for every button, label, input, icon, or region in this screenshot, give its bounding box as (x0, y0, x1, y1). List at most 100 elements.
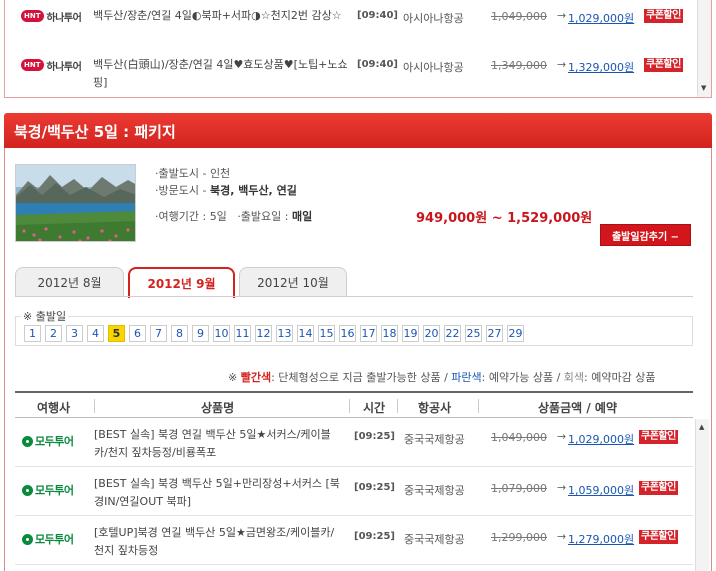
departure-day-22[interactable]: 22 (444, 325, 461, 342)
departure-day-9[interactable]: 9 (192, 325, 209, 342)
tab-2012-08[interactable]: 2012년 8월 (15, 267, 124, 297)
departure-day-7[interactable]: 7 (150, 325, 167, 342)
col-agency: 여행사 (37, 401, 71, 415)
hanatour-logo: HNT 하나투어 (21, 58, 91, 73)
departure-day-13[interactable]: 13 (276, 325, 293, 342)
coupon-badge[interactable]: 쿠폰할인 (639, 481, 678, 495)
departure-day-29[interactable]: 29 (507, 325, 524, 342)
original-price: 1,079,000 (491, 482, 547, 495)
departure-time: [09:25] (354, 531, 395, 542)
depart-day-label: ·출발요일 : (237, 210, 292, 223)
modetour-logo: 모두투어 (22, 433, 74, 449)
departure-day-19[interactable]: 19 (402, 325, 419, 342)
col-name: 상품명 (201, 401, 235, 415)
package-thumbnail[interactable] (15, 164, 136, 242)
departure-day-27[interactable]: 27 (486, 325, 503, 342)
modetour-mark-icon (22, 533, 33, 545)
departure-day-1[interactable]: 1 (24, 325, 41, 342)
departure-day-11[interactable]: 11 (234, 325, 251, 342)
departure-day-25[interactable]: 25 (465, 325, 482, 342)
modetour-logo: 모두투어 (22, 531, 74, 547)
modetour-logo: 모두투어 (22, 482, 74, 498)
departure-day-20[interactable]: 20 (423, 325, 440, 342)
sale-price-link[interactable]: 1,029,000원 (568, 10, 634, 26)
departure-day-12[interactable]: 12 (255, 325, 272, 342)
legend-blue-label: 파란색 (451, 371, 482, 384)
departure-day-8[interactable]: 8 (171, 325, 188, 342)
departure-day-title: ※ 출발일 (21, 308, 69, 324)
period-label: ·여행기간 : (155, 210, 210, 223)
departure-day-17[interactable]: 17 (360, 325, 377, 342)
airline: 아시아나항공 (403, 12, 464, 25)
departure-day-4[interactable]: 4 (87, 325, 104, 342)
departure-time: [09:25] (354, 431, 395, 442)
airline: 아시아나항공 (403, 61, 464, 74)
visit-city: ·방문도시 - 북경, 백두산, 연길 (155, 182, 297, 198)
departure-day-5[interactable]: 5 (108, 325, 125, 342)
product-name-link[interactable]: [BEST 실속] 북경 연길 백두산 5일★서커스/케이블카/천지 짚차등정/… (94, 426, 344, 462)
modetour-mark-icon (22, 484, 33, 496)
table-row[interactable]: 모두투어 [BEST 실속] 북경 백두산 5일+만리장성+서커스 [북경IN/… (15, 468, 693, 516)
scrollbar[interactable]: ▼ (697, 0, 711, 97)
tab-2012-09[interactable]: 2012년 9월 (128, 267, 235, 298)
legend-mark: ※ (228, 371, 238, 384)
status-legend: ※ 빨간색: 단체형성으로 지금 출발가능한 상품 / 파란색: 예약가능 상품… (228, 369, 655, 385)
departure-day-18[interactable]: 18 (381, 325, 398, 342)
right-arrow-icon: → (557, 481, 567, 494)
original-price: 1,049,000 (491, 10, 547, 23)
departure-day-15[interactable]: 15 (318, 325, 335, 342)
modetour-mark-icon (22, 435, 33, 447)
sale-price-link[interactable]: 1,059,000원 (568, 482, 634, 498)
legend-gray-text: : 예약마감 상품 (584, 371, 656, 384)
sale-price-link[interactable]: 1,029,000원 (568, 431, 634, 447)
agency-name: 모두투어 (35, 435, 74, 448)
product-name-link[interactable]: 백두산(白頭山)/장춘/연길 4일♥효도상품♥[노팁+노쇼핑] (93, 56, 353, 92)
triangle-down-icon[interactable]: ▼ (701, 84, 706, 92)
package-title: 북경/백두산 5일 : 패키지 (14, 123, 176, 141)
legend-gray-label: 회색 (563, 371, 585, 384)
legend-red-label: 빨간색 (240, 371, 272, 384)
col-time: 시간 (363, 401, 386, 415)
right-arrow-icon: → (557, 9, 567, 22)
hide-departure-dates-button[interactable]: 출발일감추기 − (600, 224, 691, 246)
agency-name: 하나투어 (46, 12, 82, 24)
legend-red-text: : 단체형성으로 지금 출발가능한 상품 / (271, 371, 452, 384)
departure-day-10[interactable]: 10 (213, 325, 230, 342)
original-price: 1,049,000 (491, 431, 547, 444)
product-name-link[interactable]: 백두산/장춘/연길 4일◐북파+서파◑☆천지2번 감상☆ (93, 7, 353, 25)
departure-day-16[interactable]: 16 (339, 325, 356, 342)
departure-day-2[interactable]: 2 (45, 325, 62, 342)
right-arrow-icon: → (557, 430, 567, 443)
coupon-badge[interactable]: 쿠폰할인 (644, 58, 683, 72)
list-item[interactable]: HNT 하나투어 백두산(白頭山)/장춘/연길 4일♥효도상품♥[노팁+노쇼핑]… (5, 49, 695, 97)
airline: 중국국제항공 (404, 484, 465, 497)
departure-day-14[interactable]: 14 (297, 325, 314, 342)
table-row[interactable]: 모두투어 [BEST 실속] 북경 연길 백두산 5일★서커스/케이블카/천지 … (15, 419, 693, 467)
sale-price-link[interactable]: 1,329,000원 (568, 59, 634, 75)
scrollbar[interactable]: ▲ (695, 419, 709, 571)
visit-city-values: 북경, 백두산, 연길 (209, 184, 297, 197)
table-header: 여행사 상품명 시간 항공사 상품금액 / 예약 (15, 391, 693, 418)
product-name-link[interactable]: [BEST 실속] 북경 백두산 5일+만리장성+서커스 [북경IN/연길OUT… (94, 475, 344, 511)
hanatour-logo: HNT 하나투어 (21, 9, 91, 24)
col-airline: 항공사 (418, 401, 452, 415)
departure-day-3[interactable]: 3 (66, 325, 83, 342)
depart-day-value: 매일 (292, 210, 313, 223)
airline: 중국국제항공 (404, 533, 465, 546)
legend-blue-text: : 예약가능 상품 / (481, 371, 564, 384)
coupon-badge[interactable]: 쿠폰할인 (639, 530, 678, 544)
agency-name: 모두투어 (35, 533, 74, 546)
coupon-badge[interactable]: 쿠폰할인 (639, 430, 678, 444)
coupon-badge[interactable]: 쿠폰할인 (644, 9, 683, 23)
header-divider (94, 399, 95, 413)
table-row[interactable]: 모두투어 [호텔UP]북경 연길 백두산 5일★금면왕조/케이블카/천지 짚차등… (15, 517, 693, 565)
sale-price-link[interactable]: 1,279,000원 (568, 531, 634, 547)
airline: 중국국제항공 (404, 433, 465, 446)
departure-day-6[interactable]: 6 (129, 325, 146, 342)
triangle-up-icon[interactable]: ▲ (699, 423, 704, 431)
package-header: 북경/백두산 5일 : 패키지 (4, 113, 712, 148)
tab-2012-10[interactable]: 2012년 10월 (239, 267, 347, 297)
right-arrow-icon: → (557, 58, 567, 71)
list-item[interactable]: HNT 하나투어 백두산/장춘/연길 4일◐북파+서파◑☆천지2번 감상☆ [0… (5, 0, 695, 48)
product-name-link[interactable]: [호텔UP]북경 연길 백두산 5일★금면왕조/케이블카/천지 짚차등정 (94, 524, 344, 560)
